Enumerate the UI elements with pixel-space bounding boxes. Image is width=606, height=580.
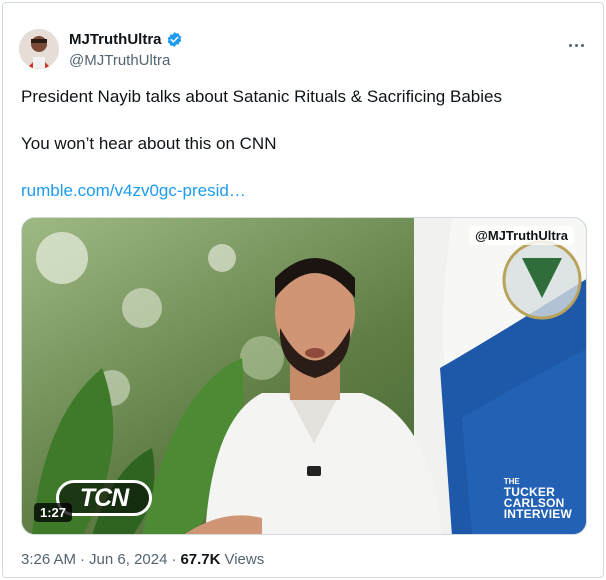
tweet-date[interactable]: Jun 6, 2024 [89, 551, 167, 568]
separator: · [171, 551, 177, 568]
author-display-name[interactable]: MJTruthUltra [69, 31, 162, 48]
tweet-time[interactable]: 3:26 AM [21, 551, 76, 568]
avatar-image [19, 29, 59, 69]
video-duration-badge: 1:27 [34, 503, 73, 522]
show-badge: THE TUCKER CARLSON INTERVIEW [504, 476, 572, 520]
video-watermark: @MJTruthUltra [469, 226, 574, 245]
author-handle[interactable]: @MJTruthUltra [69, 52, 170, 69]
video-player[interactable]: @MJTruthUltra TCN 1:27 THE TUCKER CARLSO… [21, 217, 587, 535]
tweet-text-line-2: You won’t hear about this on CNN [21, 134, 277, 153]
avatar[interactable] [19, 29, 59, 69]
tweet-metadata: 3:26 AM · Jun 6, 2024 · 67.7K Views [21, 551, 264, 568]
views-label: Views [224, 551, 265, 568]
views-count: 67.7K [180, 551, 221, 568]
verified-badge-icon [166, 31, 183, 48]
tweet-card: MJTruthUltra @MJTruthUltra President Nay… [2, 2, 604, 578]
tweet-link[interactable]: rumble.com/v4zv0gc-presid… [21, 181, 246, 201]
author-name-row: MJTruthUltra [69, 31, 183, 48]
separator: · [80, 551, 86, 568]
more-horizontal-icon[interactable] [563, 37, 589, 53]
tweet-text-line-1: President Nayib talks about Satanic Ritu… [21, 87, 502, 106]
show-badge-line3: INTERVIEW [503, 507, 572, 521]
